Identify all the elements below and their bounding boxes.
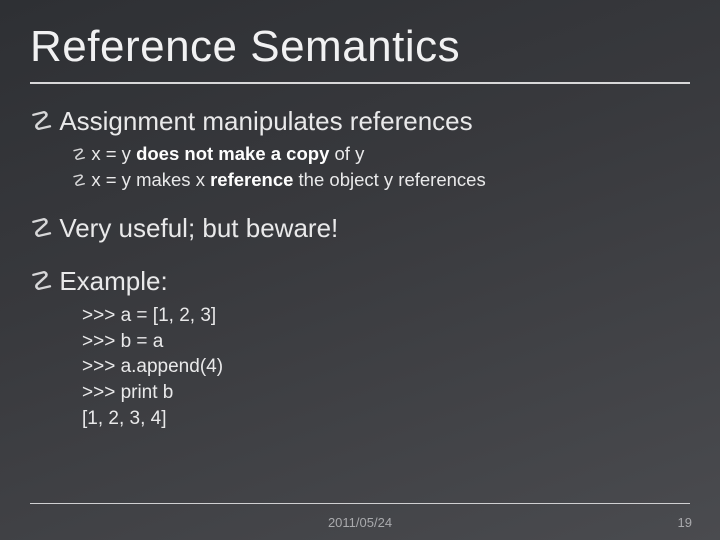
footer: 2011/05/24 19 — [0, 515, 720, 530]
code-line: [1, 2, 3, 4] — [82, 406, 690, 432]
bullet-group-3: ☡ Example: >>> a = [1, 2, 3] >>> b = a >… — [30, 266, 690, 431]
bold-fragment: reference — [210, 169, 293, 190]
sub-text: x = y does not make a copy of y — [91, 143, 364, 165]
sub-bullet-no-copy: ☡ x = y does not make a copy of y — [72, 143, 690, 165]
code-block: >>> a = [1, 2, 3] >>> b = a >>> a.append… — [82, 303, 690, 431]
code-line: >>> a = [1, 2, 3] — [82, 303, 690, 329]
text-fragment: the object y references — [293, 169, 485, 190]
bullet-example: ☡ Example: — [30, 266, 690, 297]
bold-fragment: does not make a copy — [136, 143, 329, 164]
bullet-text: Example: — [59, 266, 167, 297]
bullet-icon: ☡ — [72, 145, 86, 165]
bullet-icon: ☡ — [30, 106, 53, 137]
bullet-group-1: ☡ Assignment manipulates references ☡ x … — [30, 106, 690, 191]
code-line: >>> a.append(4) — [82, 354, 690, 380]
text-fragment: x = y makes x — [91, 169, 210, 190]
bullet-text: Very useful; but beware! — [59, 213, 338, 244]
footer-date: 2011/05/24 — [328, 515, 392, 530]
bullet-assignment: ☡ Assignment manipulates references — [30, 106, 690, 137]
bullet-text: Assignment manipulates references — [59, 106, 472, 137]
text-fragment: x = y — [91, 143, 136, 164]
divider — [30, 503, 690, 504]
footer-page-number: 19 — [678, 515, 692, 530]
bullet-icon: ☡ — [72, 171, 86, 191]
sub-text: x = y makes x reference the object y ref… — [91, 169, 485, 191]
slide: Reference Semantics ☡ Assignment manipul… — [0, 0, 720, 540]
code-line: >>> b = a — [82, 329, 690, 355]
bullet-icon: ☡ — [30, 213, 53, 244]
bullet-beware: ☡ Very useful; but beware! — [30, 213, 690, 244]
text-fragment: of y — [329, 143, 364, 164]
bullet-group-2: ☡ Very useful; but beware! — [30, 213, 690, 244]
bullet-icon: ☡ — [30, 266, 53, 297]
slide-title: Reference Semantics — [30, 22, 690, 84]
sub-bullet-reference: ☡ x = y makes x reference the object y r… — [72, 169, 690, 191]
code-line: >>> print b — [82, 380, 690, 406]
